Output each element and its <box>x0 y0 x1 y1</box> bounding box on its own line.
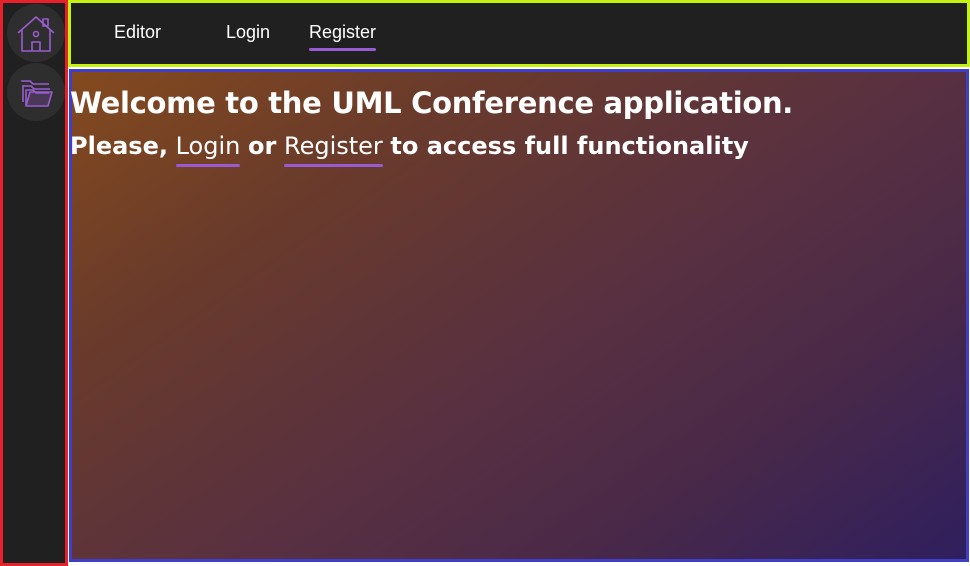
welcome-subtitle: Please, Login or Register to access full… <box>70 132 749 167</box>
subtitle-middle: or <box>248 132 277 160</box>
tab-register[interactable]: Register <box>309 22 377 51</box>
sidebar <box>0 0 68 566</box>
folder-icon <box>21 80 53 107</box>
home-icon <box>17 16 55 52</box>
top-navigation: Editor Login Register <box>68 0 970 67</box>
tab-login-label: Login <box>226 22 271 42</box>
login-link[interactable]: Login <box>175 132 241 167</box>
app-window: Editor Login Register Welcome to the UML… <box>0 0 970 566</box>
register-link[interactable]: Register <box>283 132 383 167</box>
active-tab-indicator <box>309 48 377 51</box>
tab-login[interactable]: Login <box>226 22 270 43</box>
login-link-label: Login <box>175 132 241 160</box>
tab-editor[interactable]: Editor <box>114 22 161 43</box>
register-link-label: Register <box>283 132 383 160</box>
sidebar-home-button[interactable] <box>7 4 65 62</box>
subtitle-prefix: Please, <box>70 132 168 160</box>
sidebar-folder-button[interactable] <box>7 63 65 121</box>
main-content: Welcome to the UML Conference applicatio… <box>69 69 969 562</box>
subtitle-suffix: to access full functionality <box>390 132 749 160</box>
tab-editor-label: Editor <box>114 22 162 42</box>
register-link-underline <box>283 164 383 167</box>
tab-register-label: Register <box>309 22 377 42</box>
welcome-title: Welcome to the UML Conference applicatio… <box>70 86 794 120</box>
login-link-underline <box>175 164 241 167</box>
